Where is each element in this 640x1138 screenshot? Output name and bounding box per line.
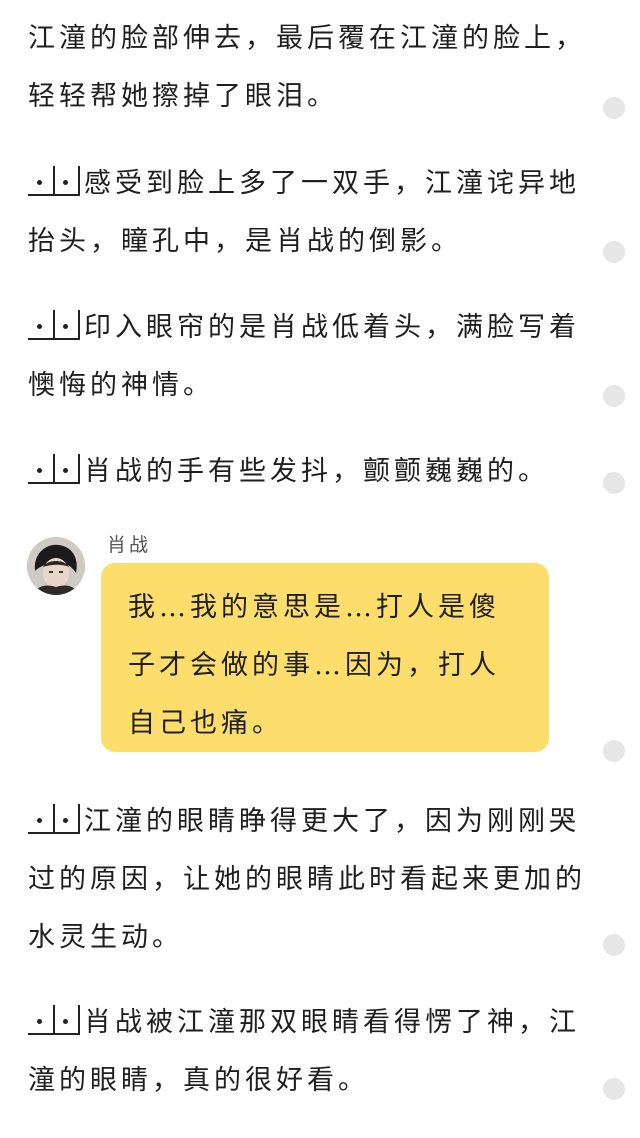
- paragraph-comment-dot[interactable]: [603, 97, 625, 119]
- paragraph-comment-dot[interactable]: [603, 1078, 625, 1100]
- paragraph-6: 肖战被江潼那双眼睛看得愣了神，江潼的眼睛，真的很好看。: [28, 994, 588, 1110]
- paragraph-text: 感受到脸上多了一双手，江潼诧异地抬头，瞳孔中，是肖战的倒影。: [28, 168, 580, 257]
- paragraph-comment-dot[interactable]: [603, 472, 625, 494]
- speech-bubble: 我…我的意思是…打人是傻子才会做的事…因为，打人自己也痛。: [101, 563, 549, 752]
- speaker-name: 肖战: [107, 534, 152, 556]
- paragraph-text: 江潼的脸部伸去，最后覆在江潼的脸上，轻轻帮她擦掉了眼泪。: [28, 23, 586, 112]
- dot-marker-icon: [28, 1005, 80, 1035]
- paragraph-comment-dot[interactable]: [603, 740, 625, 762]
- paragraph-text: 肖战的手有些发抖，颤颤巍巍的。: [84, 456, 549, 487]
- paragraph-comment-dot[interactable]: [603, 241, 625, 263]
- paragraph-comment-dot[interactable]: [603, 385, 625, 407]
- speech-text: 我…我的意思是…打人是傻子才会做的事…因为，打人自己也痛。: [128, 592, 500, 739]
- paragraph-text: 肖战被江潼那双眼睛看得愣了神，江潼的眼睛，真的很好看。: [28, 1007, 580, 1096]
- paragraph-4: 肖战的手有些发抖，颤颤巍巍的。: [28, 443, 588, 501]
- dot-marker-icon: [28, 166, 80, 196]
- paragraph-comment-dot[interactable]: [603, 934, 625, 956]
- paragraph-3: 印入眼帘的是肖战低着头，满脸写着懊悔的神情。: [28, 299, 588, 415]
- paragraph-1: 江潼的脸部伸去，最后覆在江潼的脸上，轻轻帮她擦掉了眼泪。: [28, 10, 588, 126]
- paragraph-5: 江潼的眼睛睁得更大了，因为刚刚哭过的原因，让她的眼睛此时看起来更加的水灵生动。: [28, 793, 588, 967]
- dot-marker-icon: [28, 804, 80, 834]
- paragraph-2: 感受到脸上多了一双手，江潼诧异地抬头，瞳孔中，是肖战的倒影。: [28, 155, 588, 271]
- speaker-avatar[interactable]: [27, 537, 85, 595]
- dot-marker-icon: [28, 454, 80, 484]
- dot-marker-icon: [28, 310, 80, 340]
- paragraph-text: 江潼的眼睛睁得更大了，因为刚刚哭过的原因，让她的眼睛此时看起来更加的水灵生动。: [28, 806, 586, 953]
- paragraph-text: 印入眼帘的是肖战低着头，满脸写着懊悔的神情。: [28, 312, 580, 401]
- avatar-portrait-icon: [27, 537, 85, 595]
